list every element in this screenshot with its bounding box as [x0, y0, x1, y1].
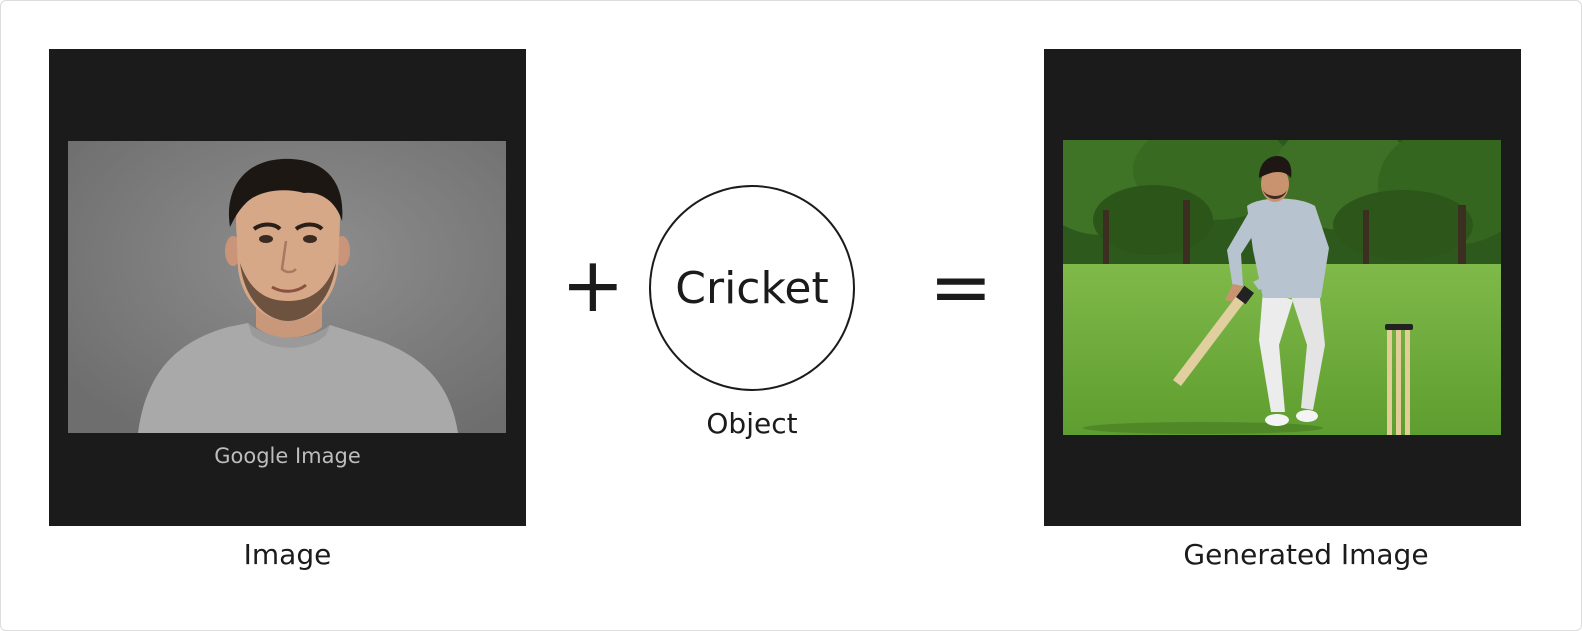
- equals-operator: =: [929, 242, 993, 331]
- object-caption: Object: [706, 407, 798, 440]
- panel-caption: Google Image: [214, 444, 361, 468]
- object-circle: Cricket: [649, 185, 855, 391]
- object-text: Cricket: [675, 262, 829, 314]
- portrait-photo: [68, 141, 506, 433]
- plus-operator: +: [561, 240, 625, 329]
- generated-image-panel: [1044, 49, 1521, 526]
- portrait-image: [68, 141, 506, 433]
- cricket-photo: [1063, 140, 1501, 435]
- input-image-label: Image: [243, 538, 332, 571]
- input-image-panel: Google Image: [49, 49, 526, 526]
- diagram-frame: Google Image Image + Cricket Object = Ge…: [0, 0, 1582, 631]
- generated-image-label: Generated Image: [1183, 538, 1429, 571]
- cricket-image: [1063, 140, 1501, 435]
